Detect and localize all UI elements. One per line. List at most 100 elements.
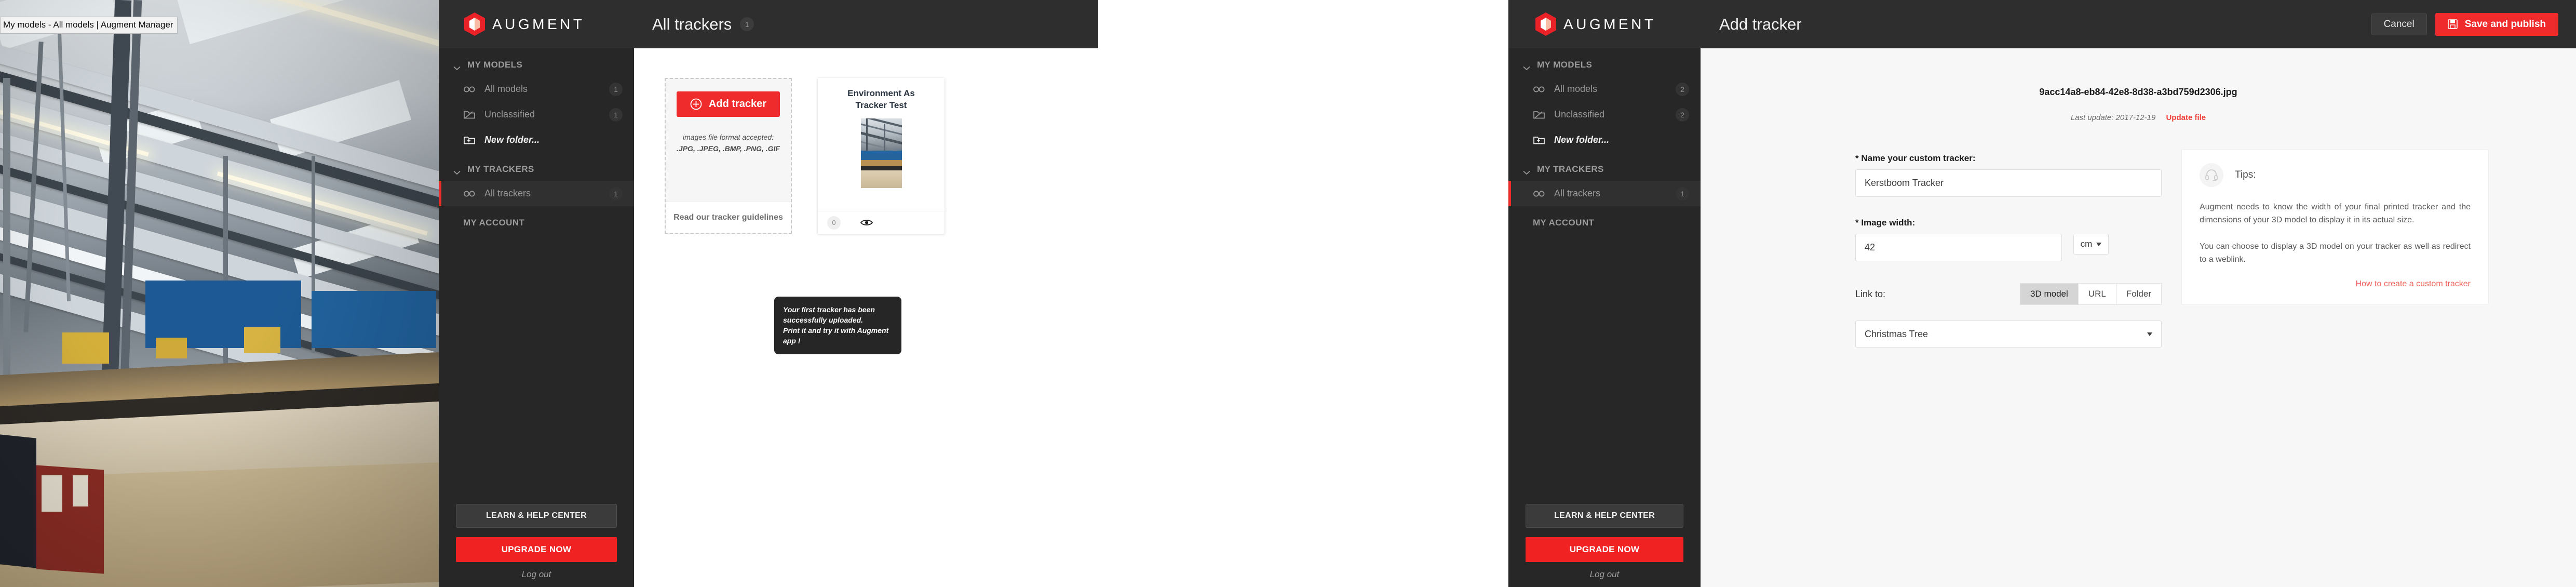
sidebar-item-unclassified[interactable]: Unclassified 1 [439, 102, 634, 127]
link-to-row: Link to: 3D model URL Folder [1855, 283, 2162, 305]
brand-logo-area[interactable]: AUGMENT [1509, 0, 1701, 48]
tracker-card-title: Environment As Tracker Test [847, 88, 915, 110]
upgrade-now-button[interactable]: UPGRADE NOW [1526, 537, 1683, 562]
sidebar-item-count: 1 [609, 186, 623, 201]
tracker-guidelines-link[interactable]: Read our tracker guidelines [666, 202, 791, 233]
sidebar-section-my-trackers[interactable]: MY TRACKERS [439, 153, 634, 181]
tips-title: Tips: [2235, 169, 2256, 180]
augment-manager-window-add-tracker: AUGMENT Add tracker Cancel Save and publ… [1508, 0, 2576, 587]
chevron-down-icon [2147, 332, 2152, 336]
sidebar-item-unclassified[interactable]: Unclassified 2 [1508, 102, 1701, 127]
folder-slash-icon [463, 110, 476, 120]
unit-select[interactable]: cm [2073, 234, 2109, 255]
tracker-card-footer: 0 [818, 211, 945, 234]
update-file-link[interactable]: Update file [2166, 113, 2206, 122]
last-update-label: Last update: 2017-12-19 [2070, 113, 2156, 122]
image-width-row: cm [1855, 234, 2162, 261]
folder-slash-icon [1533, 110, 1545, 120]
sidebar-item-all-trackers[interactable]: All trackers 1 [1508, 181, 1701, 206]
sidebar-item-new-folder[interactable]: New folder... [1508, 127, 1701, 153]
link-option-3d-model[interactable]: 3D model [2020, 283, 2079, 305]
sidebar-section-label: MY TRACKERS [467, 164, 534, 174]
sidebar-item-new-folder[interactable]: New folder... [439, 127, 634, 153]
upgrade-now-button[interactable]: UPGRADE NOW [456, 537, 617, 562]
add-tracker-button[interactable]: Add tracker [676, 91, 780, 117]
chevron-down-icon [453, 167, 461, 175]
infinity-icon [1533, 84, 1545, 95]
form-and-tips-wrap: * Name your custom tracker: * Image widt… [1701, 122, 2576, 348]
trackers-content-area: Add tracker images file format accepted:… [634, 48, 1098, 587]
sidebar-item-label: New folder... [1554, 135, 1610, 145]
learn-help-center-button[interactable]: LEARN & HELP CENTER [1526, 504, 1683, 528]
link-to-label: Link to: [1855, 288, 1886, 299]
model-select-value: Christmas Tree [1865, 328, 1928, 339]
sidebar-section-my-trackers[interactable]: MY TRACKERS [1508, 153, 1701, 181]
sidebar-section-my-account[interactable]: MY ACCOUNT [439, 206, 634, 234]
logout-link[interactable]: Log out [456, 569, 617, 580]
sidebar-footer: LEARN & HELP CENTER UPGRADE NOW Log out [1508, 504, 1701, 587]
unit-select-value: cm [2080, 239, 2093, 249]
chevron-down-icon [453, 63, 461, 70]
sidebar-section-label: MY MODELS [467, 60, 523, 70]
link-option-folder[interactable]: Folder [2116, 283, 2162, 305]
sidebar-item-all-models[interactable]: All models 1 [439, 76, 634, 102]
sidebar-item-count: 2 [1676, 82, 1689, 96]
brand-wordmark: AUGMENT [492, 16, 585, 32]
brand-wordmark: AUGMENT [1563, 16, 1656, 32]
topbar-actions: Cancel Save and publish [2371, 12, 2576, 36]
right-page-title: Add tracker [1719, 15, 1802, 34]
form-column: * Name your custom tracker: * Image widt… [1855, 153, 2162, 348]
image-width-input[interactable] [1855, 234, 2062, 261]
sidebar-section-my-models[interactable]: MY MODELS [439, 48, 634, 76]
tracker-name-input[interactable] [1855, 169, 2162, 197]
sidebar-item-label: Unclassified [1554, 109, 1605, 119]
sidebar-section-label: MY TRACKERS [1537, 164, 1604, 174]
toast-line-1: Your first tracker has been successfully… [783, 305, 875, 324]
learn-help-center-button[interactable]: LEARN & HELP CENTER [456, 504, 617, 528]
tips-header: Tips: [2200, 163, 2471, 187]
sidebar-footer: LEARN & HELP CENTER UPGRADE NOW Log out [439, 504, 634, 587]
chevron-down-icon [1523, 167, 1530, 175]
sidebar-item-label: All models [1554, 84, 1598, 94]
headset-icon [2200, 163, 2223, 187]
accepted-formats-list: .JPG, .JPEG, .BMP, .PNG, .GIF [677, 144, 780, 153]
right-topbar: AUGMENT Add tracker Cancel Save and publ… [1508, 0, 2576, 48]
sidebar-section-my-account[interactable]: MY ACCOUNT [1508, 206, 1701, 234]
add-tracker-form-area: 9acc14a8-eb84-42e8-8d38-a3bd759d2306.jpg… [1701, 48, 2576, 587]
link-option-url[interactable]: URL [2078, 283, 2116, 305]
eye-icon[interactable] [860, 219, 873, 226]
toast-line-2: Print it and try it with Augment app ! [783, 326, 889, 345]
augment-hexagon-cube-logo-icon [1535, 12, 1557, 36]
sidebar-item-label: Unclassified [484, 109, 535, 119]
sidebar-item-all-models[interactable]: All models 2 [1508, 76, 1701, 102]
page-title-text: Add tracker [1719, 15, 1802, 33]
sidebar-item-label: New folder... [484, 135, 540, 145]
tracker-card[interactable]: Environment As Tracker Test 0 [818, 78, 945, 234]
chevron-down-icon [1523, 63, 1530, 70]
left-page-title: All trackers 1 [652, 15, 754, 34]
infinity-icon [463, 189, 476, 199]
tracker-name-label: * Name your custom tracker: [1855, 153, 1976, 163]
screen-root: My models - All models | Augment Manager… [0, 0, 2576, 587]
uploaded-file-header: 9acc14a8-eb84-42e8-8d38-a3bd759d2306.jpg… [1701, 48, 2576, 122]
how-to-create-custom-tracker-link[interactable]: How to create a custom tracker [2200, 279, 2471, 289]
brand-logo-area[interactable]: AUGMENT [439, 0, 634, 48]
cancel-button[interactable]: Cancel [2371, 13, 2427, 35]
sidebar-item-count: 2 [1676, 108, 1689, 122]
tracker-card-thumbnail [860, 118, 902, 188]
save-button-label: Save and publish [2464, 18, 2546, 30]
sidebar-item-all-trackers[interactable]: All trackers 1 [439, 181, 634, 206]
save-and-publish-button[interactable]: Save and publish [2435, 12, 2558, 36]
infinity-icon [463, 84, 476, 95]
sidebar-section-my-models[interactable]: MY MODELS [1508, 48, 1701, 76]
augment-manager-window-all-trackers: AUGMENT All trackers 1 MY MODELS All mod… [439, 0, 1098, 587]
model-select[interactable]: Christmas Tree [1855, 321, 2162, 348]
sidebar-item-label: All models [484, 84, 528, 94]
sidebar-item-count: 1 [609, 82, 623, 96]
augment-hexagon-cube-logo-icon [464, 12, 485, 36]
plus-circle-icon [690, 98, 702, 110]
logout-link[interactable]: Log out [1526, 569, 1683, 580]
tips-paragraph-2: You can choose to display a 3D model on … [2200, 242, 2471, 264]
add-tracker-dropzone[interactable]: Add tracker images file format accepted:… [665, 78, 792, 234]
tracker-card-row: Add tracker images file format accepted:… [665, 78, 1098, 234]
